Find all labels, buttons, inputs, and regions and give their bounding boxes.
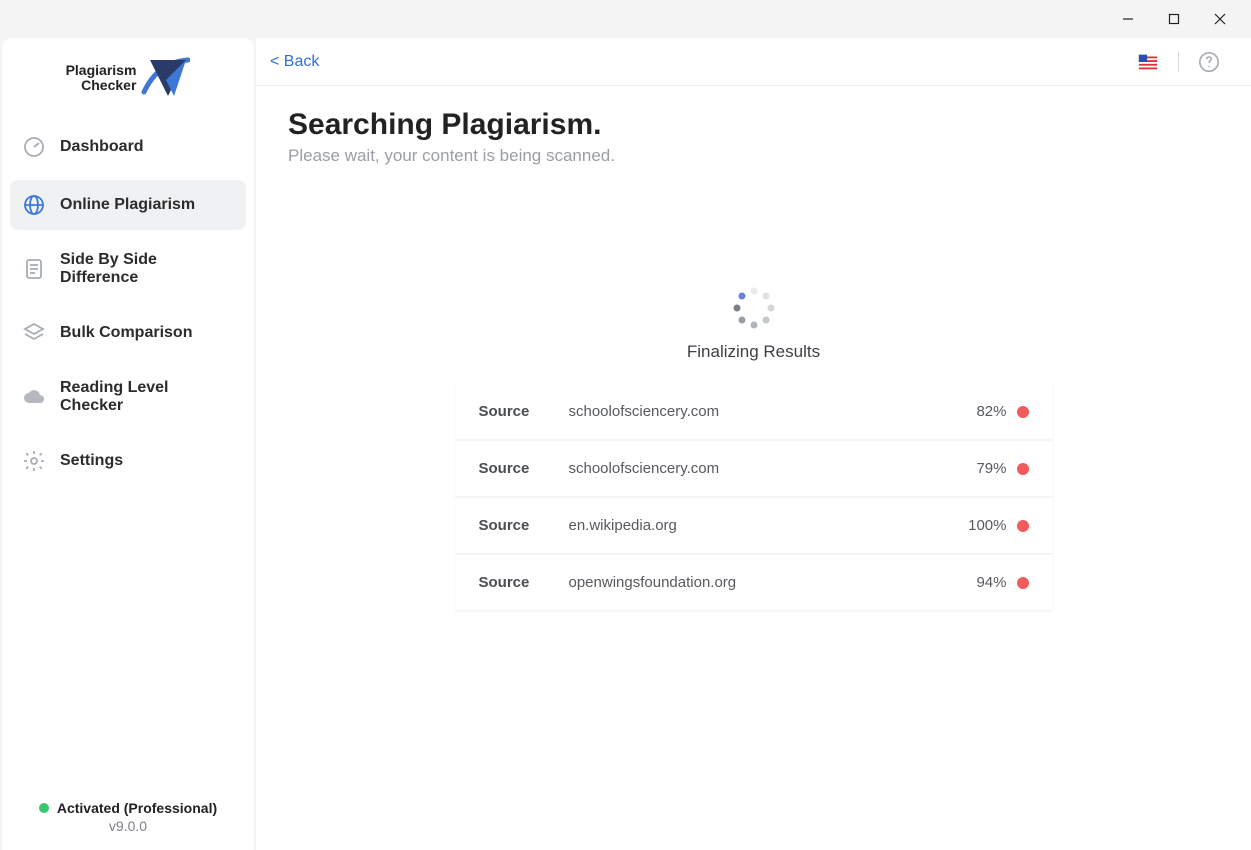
separator	[1178, 52, 1179, 72]
license-status: Activated (Professional) v9.0.0	[10, 800, 246, 836]
sidebar-item-label: Online Plagiarism	[60, 196, 195, 214]
source-row[interactable]: Sourceopenwingsfoundation.org94%	[455, 555, 1053, 610]
severity-dot-icon	[1017, 520, 1029, 532]
logo-mark-icon	[138, 56, 190, 100]
source-url: openwingsfoundation.org	[569, 574, 977, 591]
minimize-button[interactable]	[1105, 0, 1151, 38]
sidebar-item-dashboard[interactable]: Dashboard	[10, 122, 246, 172]
sidebar-item-settings[interactable]: Settings	[10, 436, 246, 486]
globe-icon	[22, 193, 46, 217]
sidebar-item-label: Dashboard	[60, 138, 144, 156]
language-flag-icon[interactable]	[1136, 50, 1160, 74]
sidebar-item-bulk[interactable]: Bulk Comparison	[10, 308, 246, 358]
sidebar-item-side-by-side[interactable]: Side By Side Difference	[10, 238, 246, 300]
source-percentage: 82%	[976, 403, 1006, 420]
sidebar-nav: Dashboard Online Plagiarism Side By Side…	[10, 122, 246, 486]
severity-dot-icon	[1017, 463, 1029, 475]
sidebar-item-label: Reading Level Checker	[60, 379, 234, 415]
loading-spinner-icon	[732, 286, 776, 330]
gauge-icon	[22, 135, 46, 159]
sidebar-item-online-plagiarism[interactable]: Online Plagiarism	[10, 180, 246, 230]
source-row[interactable]: Sourceschoolofsciencery.com79%	[455, 441, 1053, 498]
document-icon	[22, 257, 46, 281]
page-title: Searching Plagiarism.	[288, 108, 1219, 142]
cloud-icon	[22, 385, 46, 409]
app-logo: Plagiarism Checker	[10, 56, 246, 100]
source-url: schoolofsciencery.com	[569, 460, 977, 477]
source-list: Sourceschoolofsciencery.com82%Sourcescho…	[455, 384, 1053, 610]
version-label: v9.0.0	[10, 818, 246, 834]
sidebar-item-label: Settings	[60, 452, 123, 470]
source-label: Source	[479, 517, 569, 534]
sidebar-item-label: Bulk Comparison	[60, 324, 192, 342]
topbar: < Back	[256, 38, 1251, 86]
window-titlebar	[0, 0, 1251, 38]
close-button[interactable]	[1197, 0, 1243, 38]
sidebar: Plagiarism Checker Dashboard Online P	[2, 38, 254, 850]
source-row[interactable]: Sourceen.wikipedia.org100%	[455, 498, 1053, 555]
source-percentage: 100%	[968, 517, 1006, 534]
status-dot-icon	[39, 803, 49, 813]
source-row[interactable]: Sourceschoolofsciencery.com82%	[455, 384, 1053, 441]
loading-text: Finalizing Results	[687, 342, 820, 362]
source-percentage: 79%	[976, 460, 1006, 477]
maximize-button[interactable]	[1151, 0, 1197, 38]
source-label: Source	[479, 403, 569, 420]
main-panel: < Back Searching Plagiari	[256, 38, 1251, 850]
back-link[interactable]: < Back	[270, 53, 319, 71]
source-label: Source	[479, 574, 569, 591]
severity-dot-icon	[1017, 406, 1029, 418]
help-icon[interactable]	[1197, 50, 1221, 74]
severity-dot-icon	[1017, 577, 1029, 589]
source-url: schoolofsciencery.com	[569, 403, 977, 420]
gear-icon	[22, 449, 46, 473]
layers-icon	[22, 321, 46, 345]
status-label: Activated (Professional)	[57, 800, 217, 816]
source-percentage: 94%	[976, 574, 1006, 591]
source-label: Source	[479, 460, 569, 477]
page-subtitle: Please wait, your content is being scann…	[288, 146, 1219, 166]
sidebar-item-label: Side By Side Difference	[60, 251, 234, 287]
logo-text: Plagiarism Checker	[66, 63, 137, 92]
sidebar-item-reading-level[interactable]: Reading Level Checker	[10, 366, 246, 428]
source-url: en.wikipedia.org	[569, 517, 969, 534]
